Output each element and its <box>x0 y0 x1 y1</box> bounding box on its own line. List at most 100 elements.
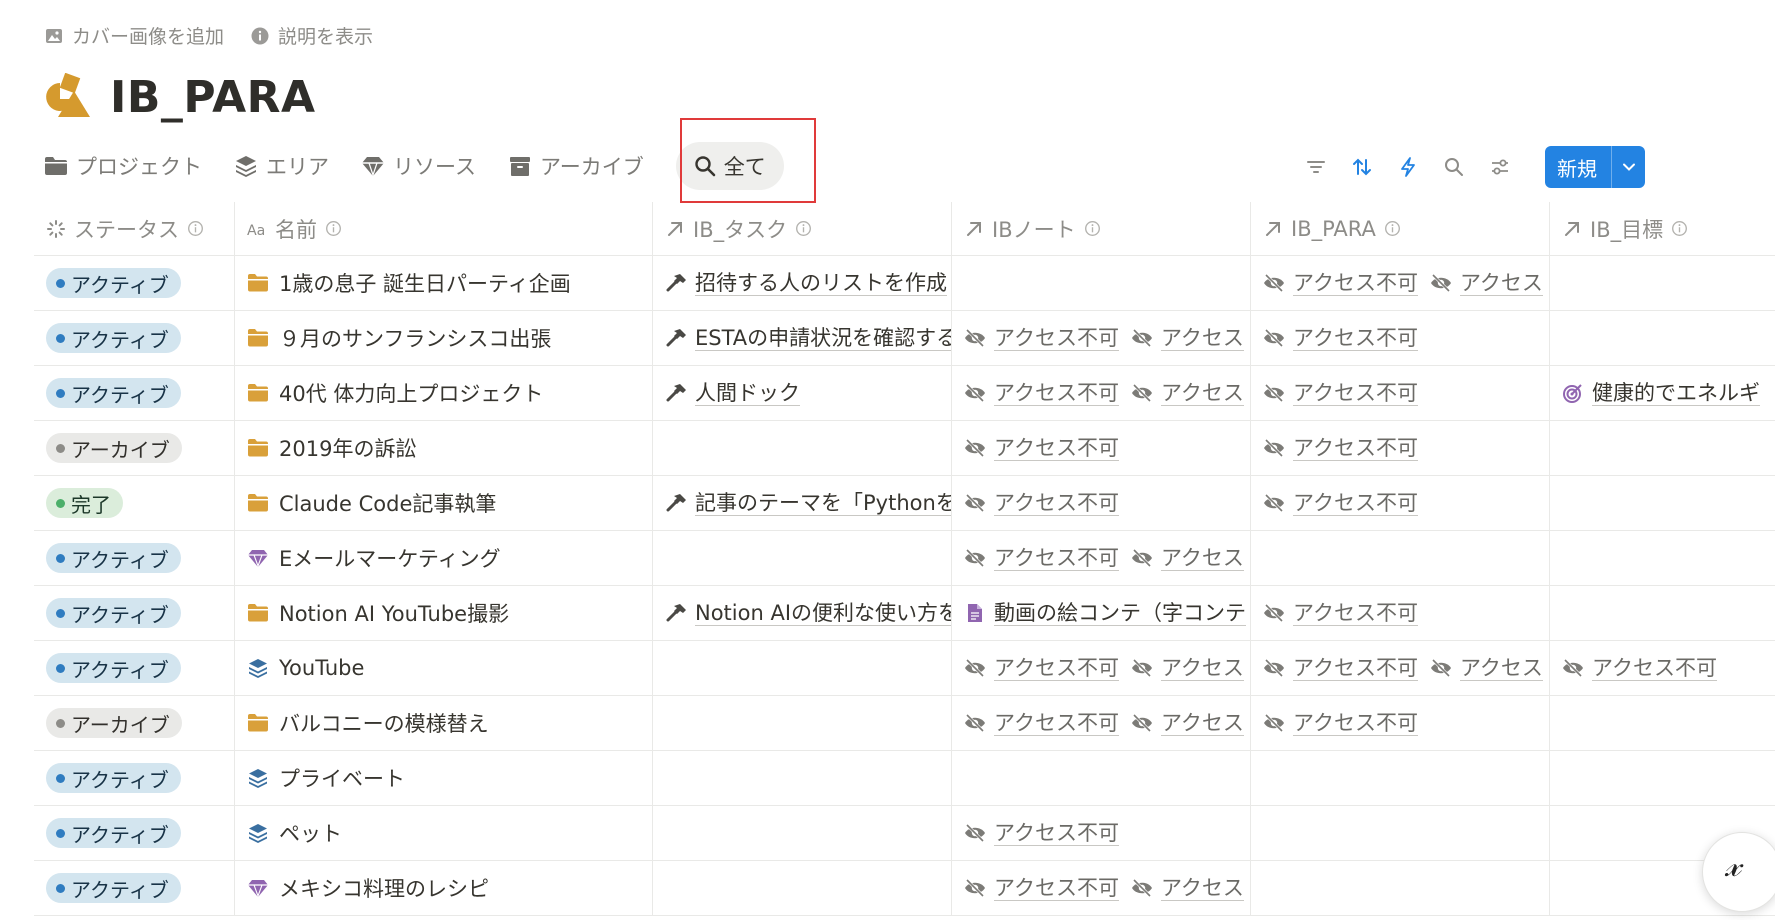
relation-chip[interactable]: 人間ドック <box>665 381 800 406</box>
relation-chip[interactable]: 健康的でエネルギ <box>1562 381 1760 406</box>
goals-cell[interactable] <box>1550 751 1775 805</box>
column-header-tasks[interactable]: IB_タスク <box>653 202 952 255</box>
relation-chip[interactable]: アクセス不可 <box>964 546 1119 571</box>
name-cell[interactable]: ペット <box>235 806 653 860</box>
show-description-button[interactable]: 説明を表示 <box>250 22 373 49</box>
para-cell[interactable]: アクセス不可 <box>1251 311 1550 365</box>
relation-chip[interactable]: アクセス <box>1131 546 1244 571</box>
notes-cell[interactable]: アクセス不可 <box>952 806 1251 860</box>
column-header-status[interactable]: ステータス <box>34 202 235 255</box>
add-cover-button[interactable]: カバー画像を追加 <box>44 22 224 49</box>
search-button[interactable] <box>1441 154 1467 180</box>
relation-chip[interactable]: アクセス <box>1131 381 1244 406</box>
tasks-cell[interactable]: 招待する人のリストを作成 <box>653 256 952 310</box>
status-cell[interactable]: アクティブ <box>34 256 235 310</box>
name-cell[interactable]: バルコニーの模様替え <box>235 696 653 750</box>
notes-cell[interactable]: アクセス不可 アクセス <box>952 696 1251 750</box>
sort-button[interactable] <box>1349 154 1375 180</box>
table-row[interactable]: アクティブ 40代 体力向上プロジェクト 人間ドック アクセス不可 アクセス アクセス不可… <box>34 366 1775 421</box>
relation-chip[interactable]: アクセス <box>1430 656 1543 681</box>
column-header-notes[interactable]: IBノート <box>952 202 1251 255</box>
goals-cell[interactable] <box>1550 586 1775 640</box>
tab-archive[interactable]: アーカイブ <box>508 142 644 190</box>
notes-cell[interactable]: アクセス不可 アクセス <box>952 366 1251 420</box>
name-cell[interactable]: メキシコ料理のレシピ <box>235 861 653 915</box>
relation-chip[interactable]: アクセス <box>1430 271 1543 296</box>
column-header-name[interactable]: Aa 名前 <box>235 202 653 255</box>
tasks-cell[interactable] <box>653 696 952 750</box>
tab-areas[interactable]: エリア <box>234 142 329 190</box>
relation-chip[interactable]: アクセス不可 <box>964 381 1119 406</box>
para-cell[interactable]: アクセス不可 <box>1251 476 1550 530</box>
tasks-cell[interactable]: 記事のテーマを「Pythonを <box>653 476 952 530</box>
table-row[interactable]: アーカイブ バルコニーの模様替え アクセス不可 アクセス アクセス不可 <box>34 696 1775 751</box>
goals-cell[interactable]: 健康的でエネルギ <box>1550 366 1775 420</box>
filter-button[interactable] <box>1303 154 1329 180</box>
relation-chip[interactable]: アクセス不可 <box>964 711 1119 736</box>
relation-chip[interactable]: アクセス <box>1131 711 1244 736</box>
table-row[interactable]: アクティブ ペット アクセス不可 <box>34 806 1775 861</box>
tasks-cell[interactable] <box>653 531 952 585</box>
status-cell[interactable]: アクティブ <box>34 806 235 860</box>
goals-cell[interactable] <box>1550 531 1775 585</box>
column-header-goals[interactable]: IB_目標 <box>1550 202 1775 255</box>
relation-chip[interactable]: アクセス <box>1131 876 1244 901</box>
relation-chip[interactable]: アクセス不可 <box>1263 436 1418 461</box>
name-cell[interactable]: Notion AI YouTube撮影 <box>235 586 653 640</box>
notes-cell[interactable]: アクセス不可 <box>952 421 1251 475</box>
name-cell[interactable]: 1歳の息子 誕生日パーティ企画 <box>235 256 653 310</box>
para-cell[interactable]: アクセス不可 <box>1251 586 1550 640</box>
para-cell[interactable]: アクセス不可 <box>1251 421 1550 475</box>
relation-chip[interactable]: アクセス不可 <box>1263 656 1418 681</box>
relation-chip[interactable]: 動画の絵コンテ（字コンテ <box>964 601 1246 626</box>
relation-chip[interactable]: Notion AIの便利な使い方を <box>665 601 951 626</box>
table-row[interactable]: アーカイブ 2019年の訴訟 アクセス不可 アクセス不可 <box>34 421 1775 476</box>
relation-chip[interactable]: アクセス不可 <box>964 436 1119 461</box>
relation-chip[interactable]: アクセス <box>1131 326 1244 351</box>
status-cell[interactable]: アーカイブ <box>34 421 235 475</box>
notes-cell[interactable]: アクセス不可 アクセス <box>952 641 1251 695</box>
new-button[interactable]: 新規 <box>1545 146 1611 188</box>
tab-resources[interactable]: リソース <box>361 142 476 190</box>
notes-cell[interactable]: アクセス不可 <box>952 476 1251 530</box>
para-cell[interactable] <box>1251 751 1550 805</box>
tasks-cell[interactable]: Notion AIの便利な使い方を <box>653 586 952 640</box>
name-cell[interactable]: 2019年の訴訟 <box>235 421 653 475</box>
status-cell[interactable]: アーカイブ <box>34 696 235 750</box>
table-row[interactable]: アクティブ Eメールマーケティング アクセス不可 アクセス <box>34 531 1775 586</box>
column-header-para[interactable]: IB_PARA <box>1251 202 1550 255</box>
goals-cell[interactable]: アクセス不可 <box>1550 641 1775 695</box>
goals-cell[interactable] <box>1550 311 1775 365</box>
relation-chip[interactable]: アクセス不可 <box>964 876 1119 901</box>
notes-cell[interactable] <box>952 751 1251 805</box>
status-cell[interactable]: アクティブ <box>34 641 235 695</box>
relation-chip[interactable]: アクセス <box>1131 656 1244 681</box>
new-dropdown-button[interactable] <box>1611 146 1645 188</box>
shapes-icon[interactable] <box>44 72 92 123</box>
table-row[interactable]: アクティブ Notion AI YouTube撮影 Notion AIの便利な使い方… <box>34 586 1775 641</box>
status-cell[interactable]: アクティブ <box>34 311 235 365</box>
view-settings-button[interactable] <box>1487 154 1513 180</box>
status-cell[interactable]: アクティブ <box>34 861 235 915</box>
name-cell[interactable]: Claude Code記事執筆 <box>235 476 653 530</box>
name-cell[interactable]: プライベート <box>235 751 653 805</box>
name-cell[interactable]: Eメールマーケティング <box>235 531 653 585</box>
table-row[interactable]: アクティブ メキシコ料理のレシピ アクセス不可 アクセス <box>34 861 1775 916</box>
para-cell[interactable]: アクセス不可 アクセス <box>1251 256 1550 310</box>
status-cell[interactable]: アクティブ <box>34 531 235 585</box>
tab-all[interactable]: 全て <box>675 142 784 190</box>
relation-chip[interactable]: アクセス不可 <box>1263 711 1418 736</box>
notion-ai-button[interactable]: 𝓍 <box>1702 832 1775 912</box>
para-cell[interactable] <box>1251 861 1550 915</box>
name-cell[interactable]: YouTube <box>235 641 653 695</box>
notes-cell[interactable]: アクセス不可 アクセス <box>952 861 1251 915</box>
para-cell[interactable] <box>1251 531 1550 585</box>
name-cell[interactable]: ９月のサンフランシスコ出張 <box>235 311 653 365</box>
status-cell[interactable]: アクティブ <box>34 366 235 420</box>
notes-cell[interactable] <box>952 256 1251 310</box>
relation-chip[interactable]: 記事のテーマを「Pythonを <box>665 491 951 516</box>
status-cell[interactable]: 完了 <box>34 476 235 530</box>
goals-cell[interactable] <box>1550 256 1775 310</box>
relation-chip[interactable]: アクセス不可 <box>1263 381 1418 406</box>
relation-chip[interactable]: アクセス不可 <box>964 326 1119 351</box>
